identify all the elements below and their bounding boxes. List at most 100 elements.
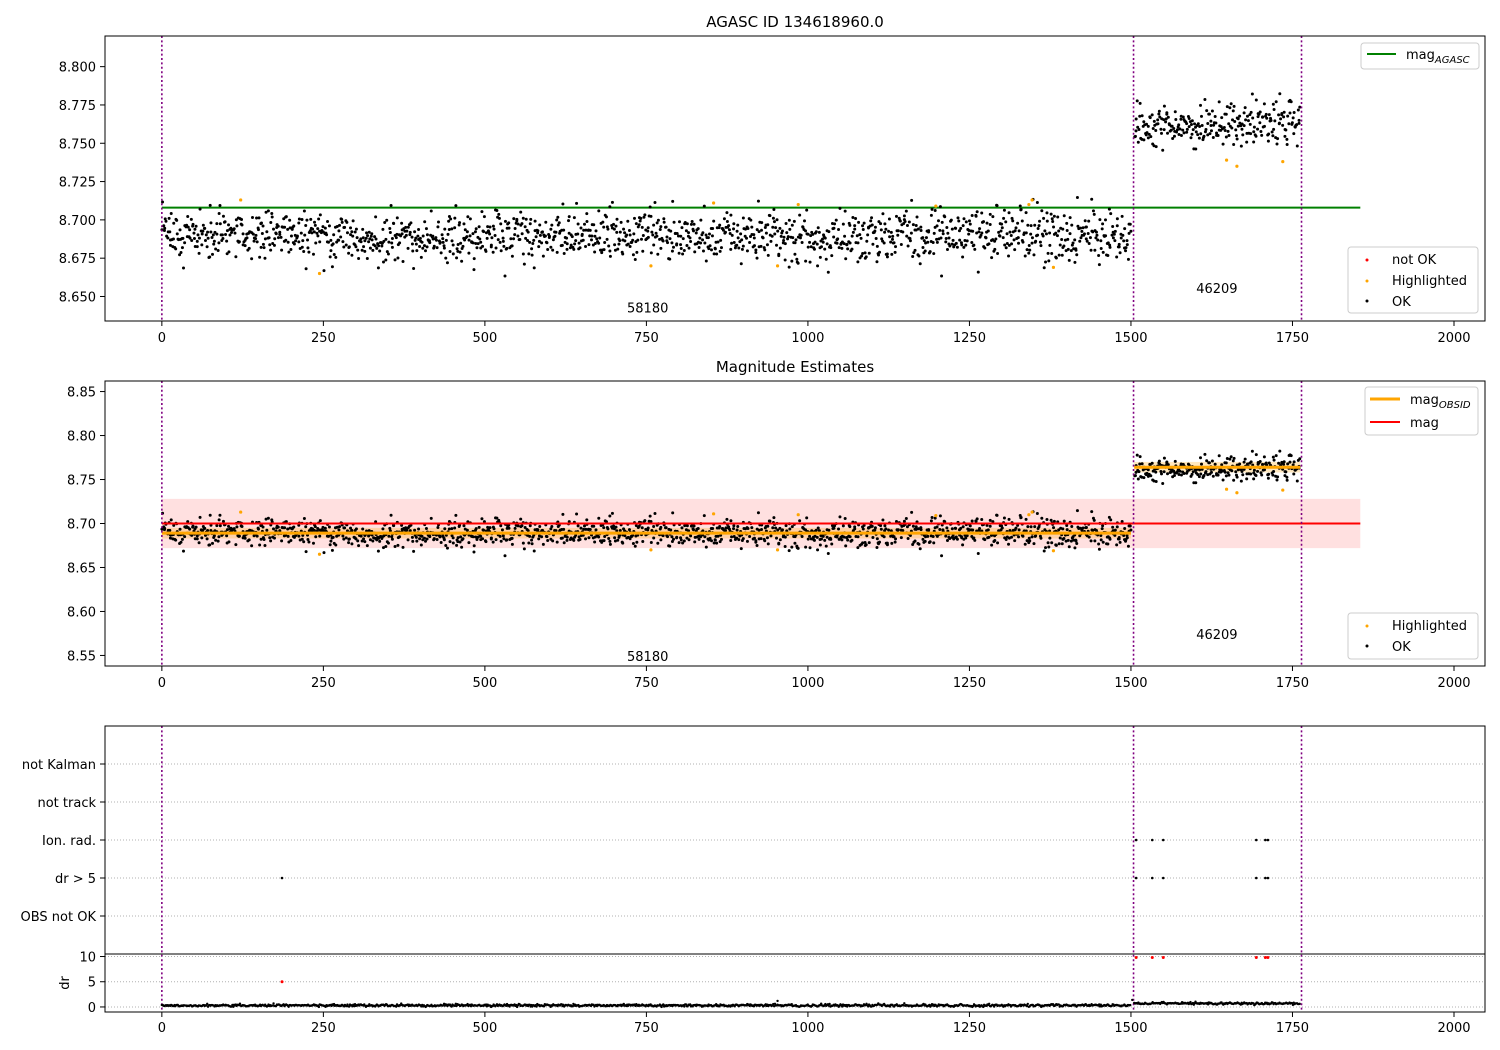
ok-point [703, 241, 707, 245]
ok-point [1249, 472, 1253, 476]
ok-point [1126, 257, 1130, 261]
ok-point [1287, 122, 1291, 126]
ok-point [166, 236, 170, 240]
ok-point [987, 242, 991, 246]
ok-point [905, 224, 909, 228]
ok-point [765, 536, 769, 540]
ok-point [945, 526, 949, 530]
ok-point [445, 261, 449, 265]
ok-point [472, 268, 476, 272]
ok-point [679, 538, 683, 542]
highlighted-point [796, 513, 800, 517]
ok-point [608, 205, 612, 209]
ok-point [806, 245, 810, 249]
ok-point [259, 221, 263, 225]
ok-point [1010, 535, 1014, 539]
ok-point [1079, 226, 1083, 230]
ok-point [1239, 479, 1243, 483]
ok-point [516, 524, 520, 528]
ok-point [393, 258, 397, 262]
ok-point [302, 540, 306, 544]
ok-point [1065, 228, 1069, 232]
ok-point [1242, 111, 1246, 115]
ok-point [227, 540, 231, 544]
ok-point [736, 223, 740, 227]
ok-point [322, 269, 326, 273]
ok-point [1027, 243, 1031, 247]
ok-point [1100, 527, 1104, 531]
dr-point [828, 1002, 831, 1006]
ok-point [476, 242, 480, 246]
ok-point [474, 227, 478, 231]
ok-point [459, 241, 463, 245]
ok-point [1151, 127, 1155, 131]
ok-point [554, 230, 558, 234]
ok-point [768, 214, 772, 218]
ok-point [666, 241, 670, 245]
ok-point [931, 534, 935, 538]
ok-point [1120, 214, 1124, 218]
legend-marker-ok [1365, 644, 1369, 648]
ok-point [655, 221, 659, 225]
ok-point [856, 546, 860, 550]
ok-point [679, 243, 683, 247]
ok-point [621, 541, 625, 545]
ok-point [840, 246, 844, 250]
ok-point [693, 540, 697, 544]
ok-point [243, 244, 247, 248]
ok-point [1014, 526, 1018, 530]
ok-point [664, 225, 668, 229]
ok-point [930, 515, 934, 519]
ok-point [482, 230, 486, 234]
ok-point [1007, 542, 1011, 546]
ok-point [384, 545, 388, 549]
ok-point [1288, 111, 1292, 115]
ok-point [1154, 145, 1158, 149]
ok-point [938, 514, 942, 518]
ok-point [1228, 106, 1232, 110]
ok-point [926, 534, 930, 538]
ok-point [1058, 243, 1062, 247]
ok-point [268, 536, 272, 540]
ok-point [453, 526, 457, 530]
ok-point [1210, 459, 1214, 463]
panel2-ytick-label: 8.60 [67, 605, 96, 620]
ok-point [1146, 468, 1150, 472]
ok-point [206, 230, 210, 234]
ok-point [1216, 473, 1220, 477]
ok-point [723, 230, 727, 234]
ok-point [878, 250, 882, 254]
ok-point [1277, 461, 1281, 465]
ok-point [491, 224, 495, 228]
ok-point [1157, 112, 1161, 116]
ok-point [317, 217, 321, 221]
ok-point [237, 240, 241, 244]
ok-point [873, 229, 877, 233]
ok-point [1251, 116, 1255, 120]
ok-point [1084, 225, 1088, 229]
ok-point [491, 540, 495, 544]
ok-point [530, 253, 534, 257]
ok-point [540, 241, 544, 245]
ok-point [1134, 117, 1138, 121]
ok-point [507, 221, 511, 225]
ok-point [711, 526, 715, 530]
ok-point [416, 234, 420, 238]
highlighted-point [1030, 510, 1034, 514]
ok-point [1024, 211, 1028, 215]
ok-point [602, 526, 606, 530]
ok-point [636, 238, 640, 242]
ok-point [339, 235, 343, 239]
ok-point [532, 549, 536, 553]
ok-point [1075, 542, 1079, 546]
ok-point [304, 525, 308, 529]
ok-point [646, 226, 650, 230]
ok-point [1282, 462, 1286, 466]
ok-point [844, 544, 848, 548]
ok-point [1000, 526, 1004, 530]
ok-point [497, 212, 501, 216]
ok-point [198, 207, 202, 211]
ok-point [732, 241, 736, 245]
ok-point [701, 539, 705, 543]
ok-point [798, 236, 802, 240]
